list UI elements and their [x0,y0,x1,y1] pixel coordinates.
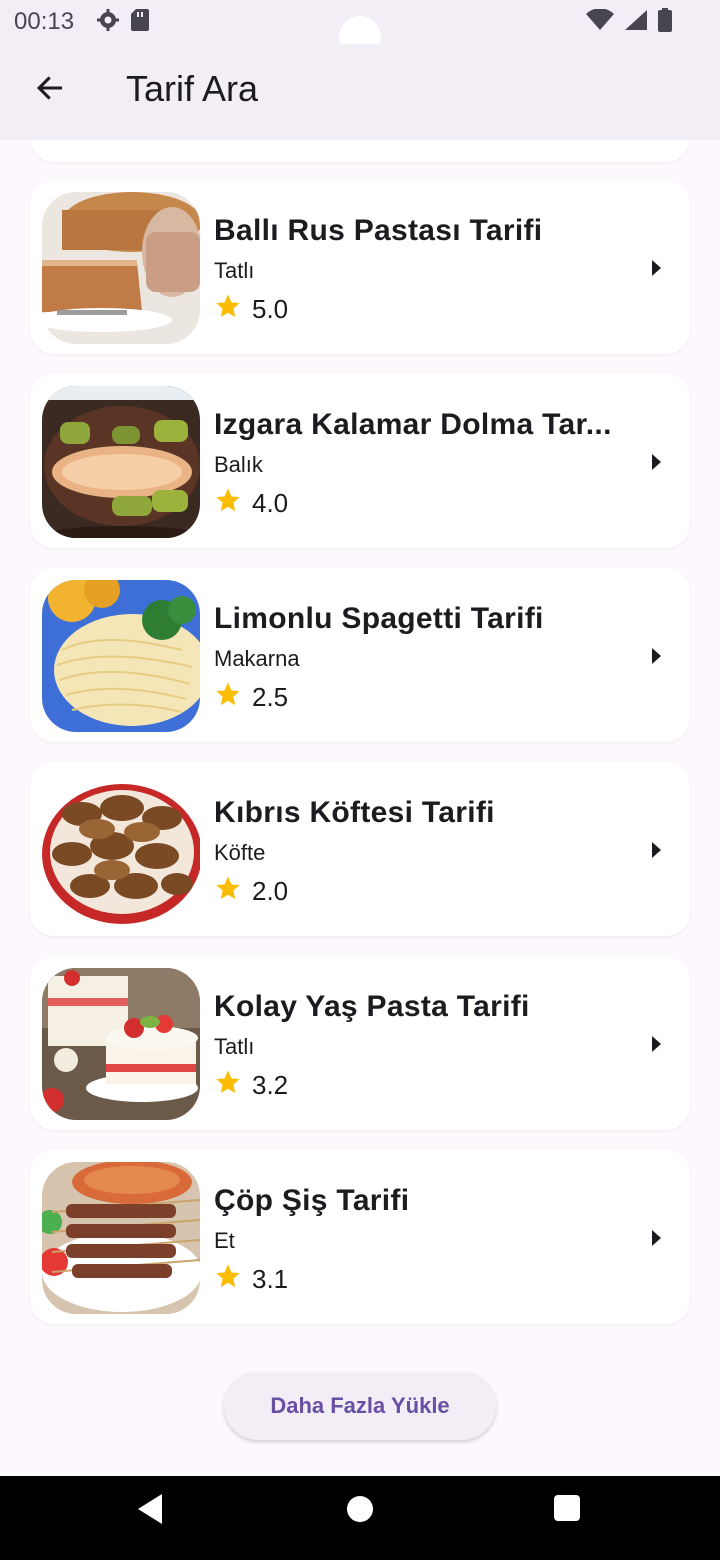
recipe-card[interactable]: Ballı Rus Pastası Tarifi Tatlı 5.0 [30,180,690,354]
recipe-rating: 5.0 [214,292,288,327]
recipe-image [42,1162,200,1314]
recipe-list[interactable]: Ballı Rus Pastası Tarifi Tatlı 5.0 Izgar… [0,140,720,1476]
recipe-category: Tatlı [214,1034,255,1059]
rating-value: 4.0 [252,488,289,518]
recipe-image [42,386,200,538]
status-bar: 00:13 [0,0,720,58]
recipe-image [42,580,200,732]
recipe-rating: 3.1 [214,1262,288,1297]
rating-value: 5.0 [252,294,289,324]
recipe-rating: 2.0 [214,874,288,909]
settings-icon [96,8,120,37]
recipe-category: Tatlı [214,258,255,283]
recipe-image [42,192,200,344]
recipe-category: Et [214,1228,235,1253]
status-time: 00:13 [14,8,75,35]
page-title: Tarif Ara [126,68,259,109]
recipe-title: Kolay Yaş Pasta Tarifi [214,990,530,1023]
chevron-right-icon[interactable] [648,452,664,472]
rating-value: 2.5 [252,682,289,712]
star-icon [214,680,242,715]
chevron-right-icon[interactable] [648,1034,664,1054]
recipe-card[interactable]: Limonlu Spagetti Tarifi Makarna 2.5 [30,568,690,742]
recipe-title: Kıbrıs Köftesi Tarifi [214,796,495,829]
status-icons-left [96,8,150,37]
nav-back-icon[interactable] [138,1494,164,1529]
signal-icon [624,9,648,36]
recipe-title: Izgara Kalamar Dolma Tar... [214,408,612,441]
star-icon [214,486,242,521]
rating-value: 2.0 [252,876,289,906]
nav-home-icon[interactable] [347,1496,373,1522]
star-icon [214,1262,242,1297]
recipe-category: Balık [214,452,263,477]
recipe-image [42,140,200,150]
chevron-right-icon[interactable] [648,258,664,278]
status-icons-right [586,8,672,37]
recipe-category: Köfte [214,840,266,865]
nav-recents-icon[interactable] [554,1495,580,1521]
recipe-rating: 4.0 [214,486,288,521]
recipe-title: Ballı Rus Pastası Tarifi [214,214,543,247]
recipe-category: Makarna [214,646,300,671]
recipe-title: Çöp Şiş Tarifi [214,1184,410,1217]
chevron-right-icon[interactable] [648,646,664,666]
arrow-back-icon [34,72,66,109]
recipe-card[interactable]: Kolay Yaş Pasta Tarifi Tatlı 3.2 [30,956,690,1130]
rating-value: 3.1 [252,1264,289,1294]
chevron-right-icon[interactable] [648,840,664,860]
recipe-card[interactable]: Izgara Kalamar Dolma Tar... Balık 4.0 [30,374,690,548]
back-button[interactable] [28,68,72,112]
recipe-image [42,968,200,1120]
chevron-right-icon[interactable] [648,1228,664,1248]
recipe-card-partial[interactable] [30,140,690,162]
star-icon [214,1068,242,1103]
recipe-card[interactable]: Kıbrıs Köftesi Tarifi Köfte 2.0 [30,762,690,936]
wifi-icon [586,8,614,36]
recipe-rating: 2.5 [214,680,288,715]
recipe-card[interactable]: Çöp Şiş Tarifi Et 3.1 [30,1150,690,1324]
recipe-title: Limonlu Spagetti Tarifi [214,602,544,635]
sd-card-icon [130,8,150,37]
app-bar: Tarif Ara [0,44,720,140]
recipe-image [42,774,200,926]
battery-icon [658,8,672,37]
load-more-button[interactable]: Daha Fazla Yükle [224,1372,496,1440]
star-icon [214,292,242,327]
star-icon [214,874,242,909]
rating-value: 3.2 [252,1070,289,1100]
system-nav-bar [0,1476,720,1560]
recipe-rating: 3.2 [214,1068,288,1103]
